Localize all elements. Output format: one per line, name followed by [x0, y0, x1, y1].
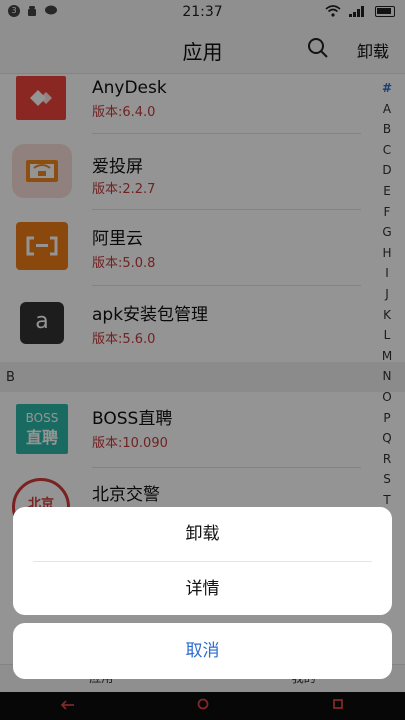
- action-sheet: 卸载 详情: [13, 507, 392, 615]
- uninstall-option[interactable]: 卸载: [13, 507, 392, 561]
- details-option[interactable]: 详情: [13, 562, 392, 615]
- cancel-button[interactable]: 取消: [13, 623, 392, 679]
